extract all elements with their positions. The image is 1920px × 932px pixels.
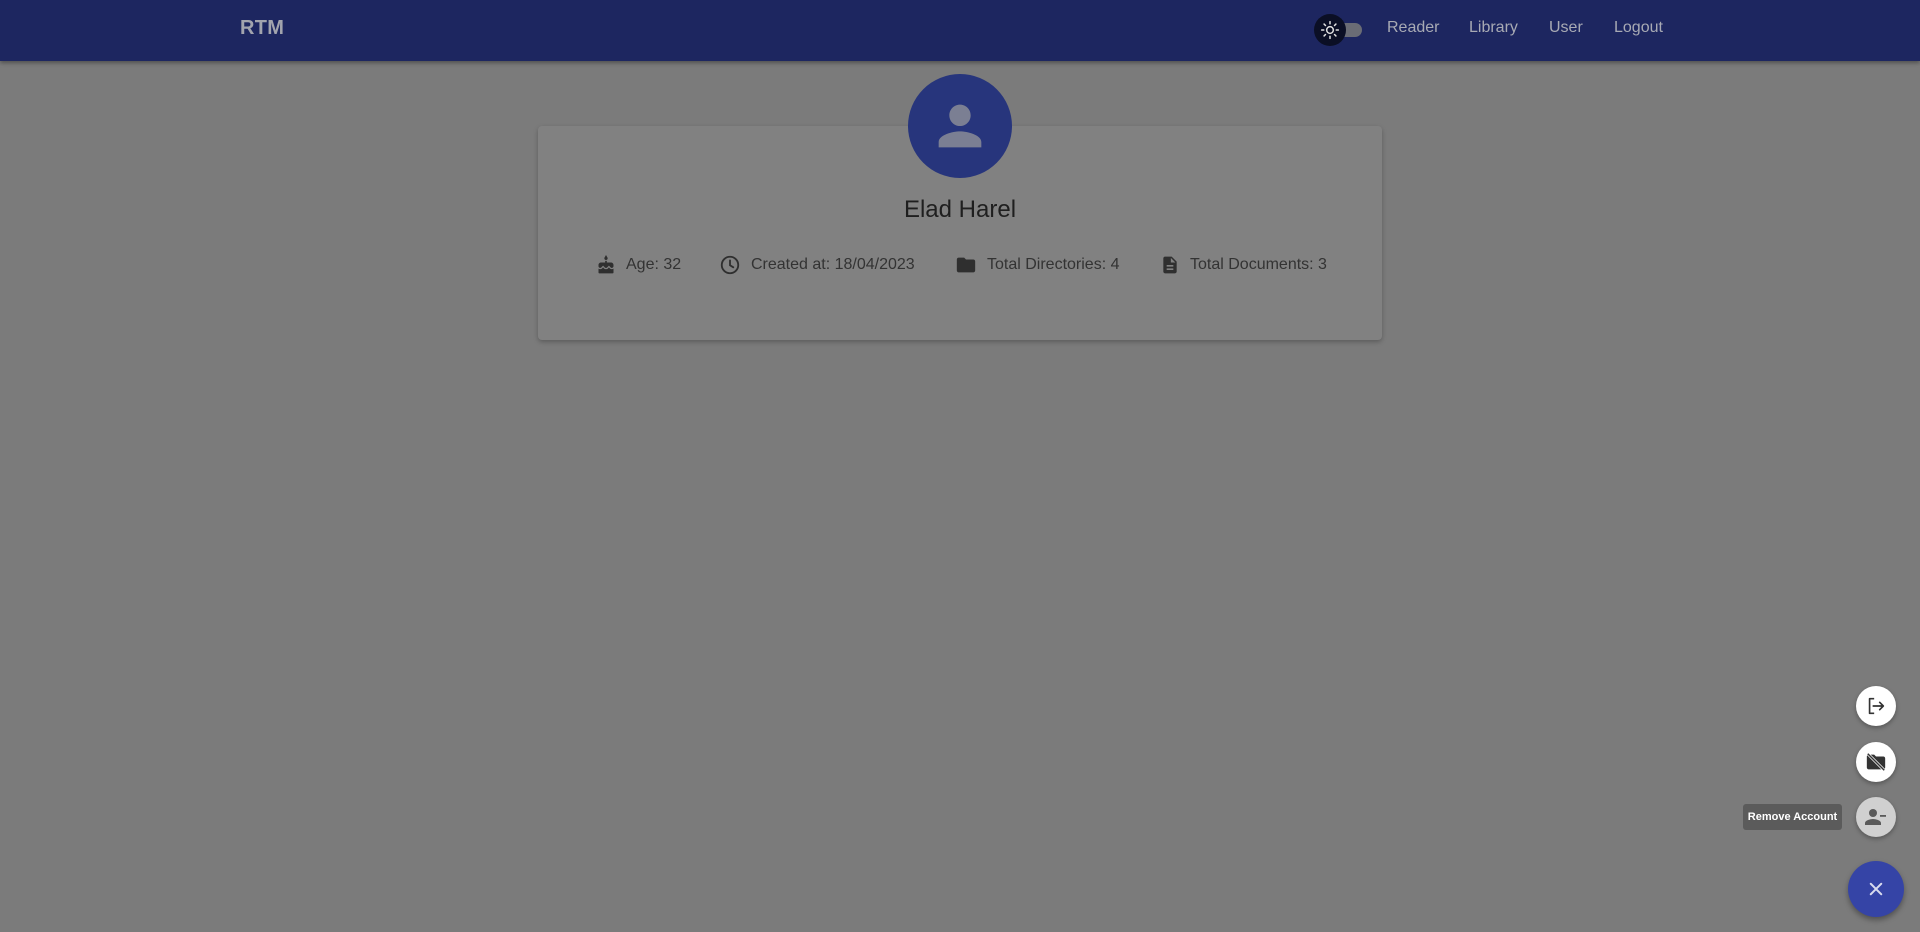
stat-total-directories: Total Directories: 4: [955, 250, 1120, 280]
stat-created-label: Created at: 18/04/2023: [751, 256, 915, 273]
profile-name: Elad Harel: [903, 196, 1017, 223]
app-bar: RTM Reader Library User Logout: [0, 0, 1920, 61]
speed-dial-remove-account-button[interactable]: [1856, 797, 1896, 837]
app-brand[interactable]: RTM: [240, 17, 284, 40]
nav-user[interactable]: User: [1549, 19, 1583, 37]
close-icon: [1869, 882, 1883, 896]
folder-off-icon: [1866, 752, 1886, 772]
person-remove-icon: [1865, 809, 1886, 825]
speed-dial-close-button[interactable]: [1848, 861, 1904, 917]
nav-library[interactable]: Library: [1469, 19, 1518, 37]
speed-dial-logout-button[interactable]: [1856, 686, 1896, 726]
clock-icon: [720, 255, 740, 275]
folder-icon: [956, 257, 976, 273]
stat-total-documents: Total Documents: 3: [1160, 250, 1327, 280]
stat-age-label: Age: 32: [626, 256, 682, 273]
person-icon: [938, 104, 982, 148]
stat-age: Age: 32: [596, 250, 681, 280]
nav-logout[interactable]: Logout: [1614, 19, 1663, 37]
logout-icon: [1868, 697, 1885, 715]
document-icon: [1163, 256, 1177, 274]
speed-dial-remove-directories-button[interactable]: [1856, 742, 1896, 782]
remove-account-tooltip: Remove Account: [1743, 804, 1842, 830]
sun-icon: [1320, 20, 1340, 40]
stat-documents-label: Total Documents: 3: [1190, 256, 1327, 273]
theme-toggle-thumb[interactable]: [1314, 14, 1346, 46]
avatar: [908, 74, 1012, 178]
cake-icon: [598, 255, 614, 274]
theme-toggle[interactable]: [1314, 14, 1364, 46]
nav-reader[interactable]: Reader: [1387, 19, 1439, 37]
stat-directories-label: Total Directories: 4: [987, 256, 1120, 273]
stat-created-at: Created at: 18/04/2023: [719, 250, 915, 280]
